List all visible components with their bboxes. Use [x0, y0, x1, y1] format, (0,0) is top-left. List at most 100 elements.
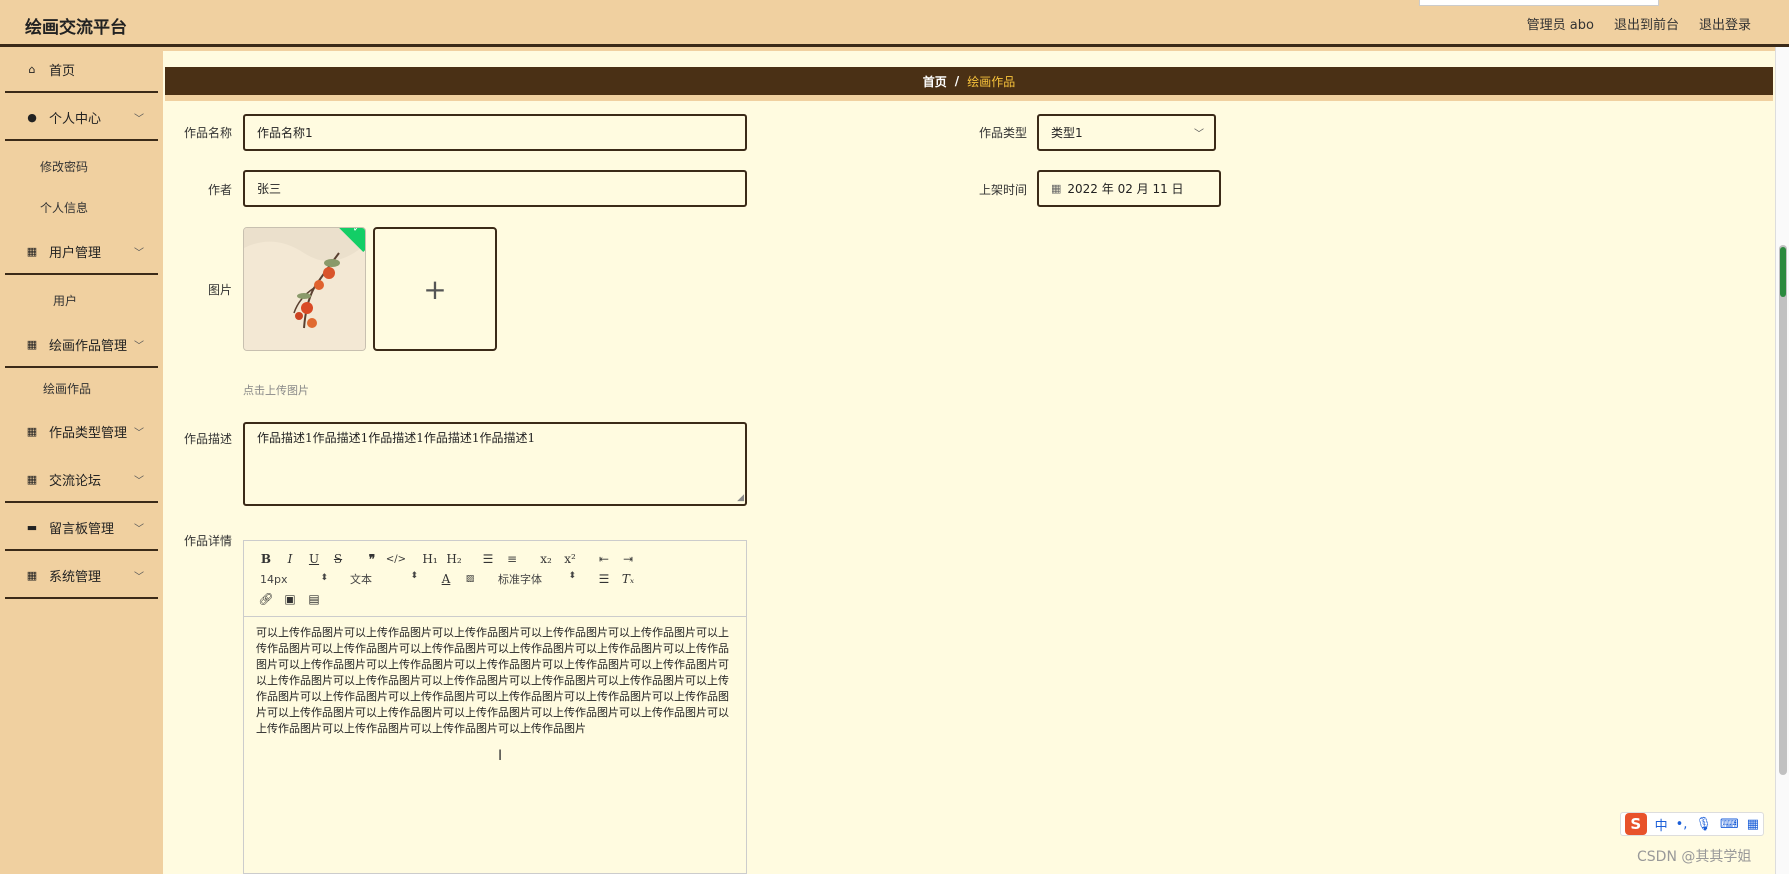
- back-to-front-link[interactable]: 退出到前台: [1614, 14, 1679, 33]
- sidebar-item-personal-center[interactable]: ● 个人中心 ﹀: [5, 95, 158, 141]
- text-cursor-icon: I: [498, 748, 503, 764]
- apps-icon[interactable]: ▦: [1747, 817, 1759, 832]
- app-title: 绘画交流平台: [25, 18, 127, 38]
- sidebar-item-message-board[interactable]: ▬ 留言板管理 ﹀: [5, 505, 158, 551]
- chevron-down-icon: ﹀: [134, 247, 144, 259]
- sidebar-item-label: 交流论坛: [49, 473, 102, 489]
- scrollbar-thumb[interactable]: [1779, 245, 1787, 775]
- subscript-icon[interactable]: x₂: [534, 552, 558, 566]
- uploaded-image-thumbnail[interactable]: ✓: [243, 227, 366, 351]
- upload-button[interactable]: +: [373, 227, 497, 351]
- breadcrumb: 首页 / 绘画作品: [165, 67, 1773, 101]
- rich-text-editor[interactable]: B I U S ❞ </> H₁ H₂ ☰ ≡ x₂ x² ⇤ ⇥ 14px 文…: [243, 540, 747, 874]
- link-icon[interactable]: 🔗︎: [254, 592, 278, 606]
- scrollbar-indicator: [1780, 247, 1786, 297]
- bullet-list-icon[interactable]: ≡: [500, 552, 524, 566]
- strikethrough-icon[interactable]: S: [326, 552, 350, 566]
- sidebar-item-user[interactable]: 用户: [5, 282, 158, 318]
- grid-icon: ▦: [26, 568, 38, 582]
- sidebar-item-home[interactable]: ⌂ 首页: [5, 47, 158, 93]
- background-color-icon[interactable]: ▨: [458, 574, 482, 584]
- desc-value: 作品描述1作品描述1作品描述1作品描述1作品描述1: [257, 431, 536, 445]
- font-family-select[interactable]: 标准字体: [492, 571, 582, 587]
- chevron-down-icon: ﹀: [1194, 129, 1204, 140]
- sidebar-item-label: 个人中心: [49, 111, 102, 127]
- admin-label[interactable]: 管理员 abo: [1527, 14, 1594, 33]
- sidebar-item-artwork-management[interactable]: ▦ 绘画作品管理 ﹀: [5, 322, 158, 368]
- sidebar-item-forum[interactable]: ▦ 交流论坛 ﹀: [5, 457, 158, 503]
- sidebar-item-label: 作品类型管理: [49, 425, 128, 441]
- shelf-time-value: 2022 年 02 月 11 日: [1067, 182, 1184, 196]
- breadcrumb-separator: /: [954, 74, 960, 88]
- sidebar-item-artwork[interactable]: 绘画作品: [5, 370, 158, 406]
- ordered-list-icon[interactable]: ☰: [476, 552, 500, 566]
- underline-icon[interactable]: U: [302, 552, 326, 566]
- sidebar-item-change-password[interactable]: 修改密码: [5, 148, 158, 184]
- resize-handle-icon[interactable]: ◢: [737, 493, 744, 503]
- image-icon[interactable]: ▣: [278, 592, 302, 606]
- sidebar-item-label: 修改密码: [40, 159, 89, 174]
- author-input[interactable]: 张三: [243, 170, 747, 207]
- user-icon: ●: [27, 110, 37, 124]
- upload-hint: 点击上传图片: [243, 384, 309, 397]
- shelf-time-label: 上架时间: [978, 183, 1027, 197]
- heading1-icon[interactable]: H₁: [418, 552, 442, 566]
- type-select-value: 类型1: [1051, 126, 1083, 140]
- font-color-icon[interactable]: A: [434, 572, 458, 586]
- sidebar-item-label: 绘画作品: [43, 381, 92, 396]
- home-icon: ⌂: [28, 62, 36, 76]
- name-input[interactable]: 作品名称1: [243, 114, 747, 151]
- type-select[interactable]: 类型1 ﹀: [1037, 114, 1216, 151]
- sidebar-item-label: 用户管理: [49, 245, 102, 261]
- video-icon[interactable]: ▤: [302, 592, 326, 606]
- artwork-image: [244, 228, 365, 350]
- sidebar: ⌂ 首页 ● 个人中心 ﹀ 修改密码 个人信息 ▦ 用户管理 ﹀ 用户 ▦ 绘画…: [0, 47, 163, 874]
- sogou-logo-icon: S: [1625, 813, 1647, 835]
- editor-content[interactable]: 可以上传作品图片可以上传作品图片可以上传作品图片可以上传作品图片可以上传作品图片…: [244, 617, 746, 745]
- blockquote-icon[interactable]: ❞: [360, 552, 384, 566]
- outdent-icon[interactable]: ⇤: [592, 552, 616, 566]
- sidebar-item-label: 绘画作品管理: [49, 338, 128, 354]
- sidebar-item-system-management[interactable]: ▦ 系统管理 ﹀: [5, 553, 158, 599]
- desc-label: 作品描述: [183, 432, 232, 446]
- superscript-icon[interactable]: x²: [558, 552, 582, 566]
- plus-icon: +: [423, 272, 447, 306]
- monitor-icon: ▬: [26, 520, 38, 534]
- chevron-down-icon: ﹀: [134, 571, 144, 583]
- shelf-time-picker[interactable]: ▦ 2022 年 02 月 11 日: [1037, 170, 1221, 207]
- italic-icon[interactable]: I: [278, 552, 302, 566]
- toolbar-row-2: 14px 文本 A ▨ 标准字体 ☰ Tₓ: [254, 569, 736, 589]
- keyboard-icon[interactable]: ⌨: [1720, 817, 1739, 832]
- ime-language[interactable]: 中: [1655, 815, 1668, 834]
- sidebar-item-personal-info[interactable]: 个人信息: [5, 189, 158, 225]
- watermark: CSDN @其其学姐: [1637, 849, 1752, 865]
- heading2-icon[interactable]: H₂: [442, 552, 466, 566]
- sidebar-item-label: 系统管理: [49, 569, 102, 585]
- breadcrumb-home[interactable]: 首页: [923, 73, 947, 90]
- indent-icon[interactable]: ⇥: [616, 552, 640, 566]
- bold-icon[interactable]: B: [254, 552, 278, 566]
- code-block-icon[interactable]: </>: [384, 554, 408, 565]
- page-scrollbar[interactable]: [1775, 47, 1789, 874]
- sidebar-item-label: 用户: [53, 293, 78, 308]
- user-area: 管理员 abo 退出到前台 退出登录: [1527, 14, 1751, 33]
- ime-toolbar[interactable]: S 中 •, 🎙︎ ⌨ ▦: [1620, 812, 1764, 836]
- author-label: 作者: [207, 183, 232, 197]
- align-icon[interactable]: ☰: [592, 572, 616, 586]
- logout-link[interactable]: 退出登录: [1699, 14, 1751, 33]
- font-size-select[interactable]: 14px: [254, 573, 334, 586]
- sidebar-item-type-management[interactable]: ▦ 作品类型管理 ﹀: [5, 408, 158, 454]
- clear-format-icon[interactable]: Tₓ: [616, 572, 640, 586]
- microphone-icon[interactable]: 🎙︎: [1695, 817, 1712, 832]
- detail-label: 作品详情: [183, 534, 232, 548]
- sidebar-item-label: 首页: [49, 63, 76, 79]
- text-type-select[interactable]: 文本: [344, 571, 424, 587]
- chevron-down-icon: ﹀: [134, 427, 144, 439]
- desc-textarea[interactable]: 作品描述1作品描述1作品描述1作品描述1作品描述1 ◢: [243, 422, 747, 506]
- grid-icon: ▦: [26, 337, 38, 351]
- ime-punctuation[interactable]: •,: [1676, 817, 1688, 832]
- sidebar-item-label: 个人信息: [40, 200, 89, 215]
- sidebar-item-user-management[interactable]: ▦ 用户管理 ﹀: [5, 229, 158, 275]
- type-label: 作品类型: [978, 126, 1027, 140]
- breadcrumb-current: 绘画作品: [967, 74, 1016, 89]
